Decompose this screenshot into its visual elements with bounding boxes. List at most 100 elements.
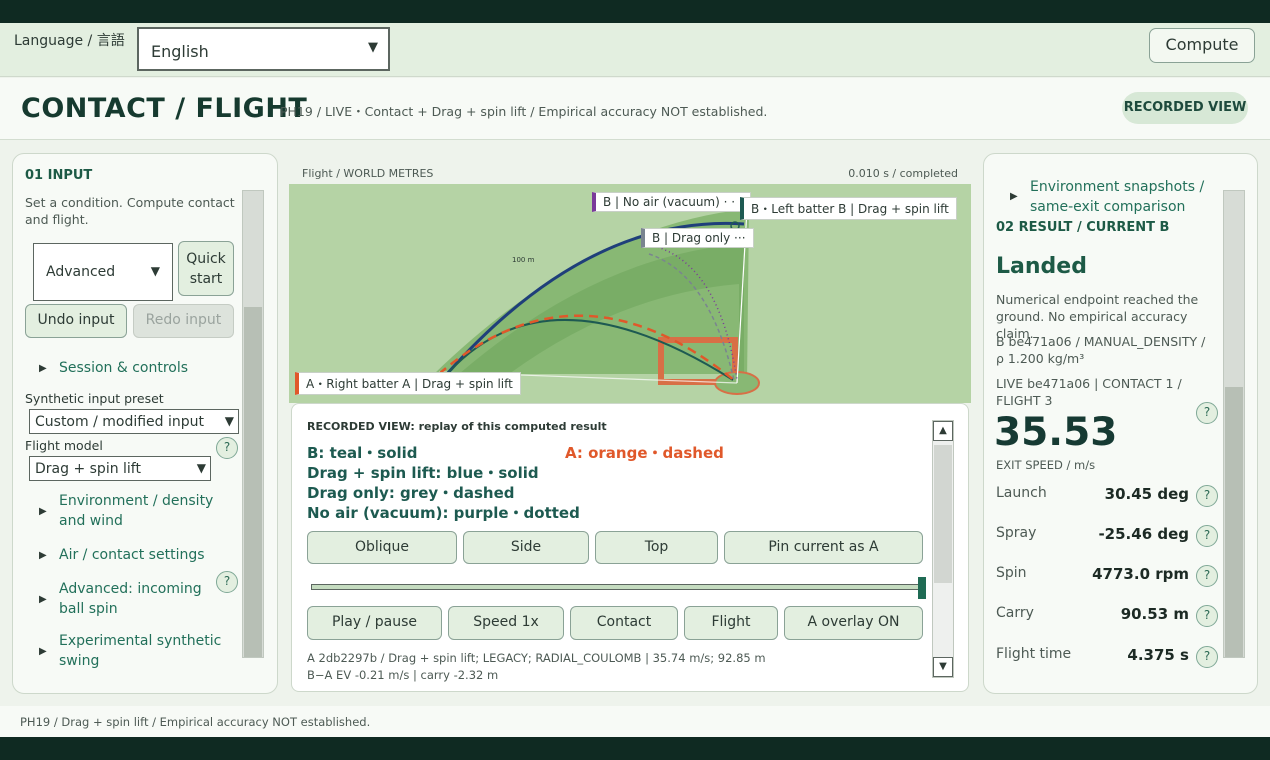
legend-a: A: orange・dashed — [565, 444, 724, 462]
scroll-down-icon[interactable]: ▼ — [933, 657, 953, 677]
launch-label: Launch — [996, 485, 1047, 501]
top-bar — [0, 0, 1270, 23]
view-side-button[interactable]: Side — [463, 531, 589, 564]
flight-title: Flight / WORLD METRES — [302, 167, 434, 180]
help-icon[interactable]: ? — [1196, 402, 1218, 424]
session-controls-link[interactable]: Session & controls — [59, 358, 188, 378]
carry-label: Carry — [996, 605, 1034, 621]
caret-right-icon: ▶ — [39, 506, 47, 517]
distance-marker: 100 m — [512, 256, 535, 264]
pin-as-a-button[interactable]: Pin current as A — [724, 531, 923, 564]
play-pause-button[interactable]: Play / pause — [307, 606, 442, 640]
preset-value: Custom / modified input — [35, 414, 205, 430]
info-line-diff: B−A EV -0.21 m/s | carry -2.32 m — [307, 668, 499, 682]
tag-a: A・Right batter A | Drag + spin lift — [295, 372, 521, 395]
launch-value: 30.45 deg — [1104, 485, 1189, 503]
environment-snapshots-link[interactable]: Environment snapshots / same-exit compar… — [1030, 177, 1205, 217]
flight-button[interactable]: Flight — [684, 606, 778, 640]
air-contact-link[interactable]: Air / contact settings — [59, 545, 205, 565]
flight-model-select[interactable]: Drag + spin lift ▼ — [29, 456, 211, 481]
help-icon[interactable]: ? — [1196, 485, 1218, 507]
undo-input-button[interactable]: Undo input — [25, 304, 127, 338]
mode-select[interactable]: Advanced ▼ — [33, 243, 173, 301]
legend-b: B: teal・solid — [307, 444, 418, 462]
timeline-slider[interactable] — [311, 577, 926, 599]
preset-label: Synthetic input preset — [25, 391, 164, 406]
input-panel: 01 INPUT Set a condition. Compute contac… — [12, 153, 278, 694]
a-overlay-button[interactable]: A overlay ON — [784, 606, 923, 640]
exit-speed-label: EXIT SPEED / m/s — [996, 458, 1096, 472]
input-heading: 01 INPUT — [25, 168, 93, 183]
chevron-down-icon: ▼ — [150, 264, 160, 278]
tag-vacuum: B | No air (vacuum) · · · — [592, 192, 751, 212]
caret-right-icon: ▶ — [39, 363, 47, 374]
page-title: CONTACT / FLIGHT — [21, 93, 308, 124]
environment-link[interactable]: Environment / density and wind — [59, 491, 239, 531]
view-top-button[interactable]: Top — [595, 531, 718, 564]
flight-time-label: Flight time — [996, 646, 1072, 662]
flight-time-value: 4.375 s — [1127, 646, 1189, 664]
tag-drag-only: B | Drag only ··· — [641, 228, 754, 248]
contact-button[interactable]: Contact — [570, 606, 678, 640]
replay-panel: RECORDED VIEW: replay of this computed r… — [291, 403, 969, 692]
spin-label: Spin — [996, 565, 1027, 581]
language-select[interactable]: English ▼ — [137, 27, 390, 71]
timeline-handle[interactable] — [918, 577, 926, 599]
recorded-view-badge: RECORDED VIEW — [1122, 92, 1248, 124]
scroll-thumb[interactable] — [1225, 387, 1243, 657]
flight-status: 0.010 s / completed — [848, 167, 958, 180]
flight-panel: Flight / WORLD METRES 0.010 s / complete… — [289, 153, 971, 694]
caret-right-icon: ▶ — [1010, 191, 1018, 202]
caret-right-icon: ▶ — [39, 594, 47, 605]
caret-right-icon: ▶ — [39, 550, 47, 561]
legend-drag-spin: Drag + spin lift: blue・solid — [307, 464, 539, 482]
page-subtitle: PH19 / LIVE・Contact + Drag + spin lift /… — [280, 104, 768, 119]
live-info: LIVE be471a06 | CONTACT 1 / FLIGHT 3 — [996, 376, 1182, 408]
info-line-a: A 2db2297b / Drag + spin lift; LEGACY; R… — [307, 651, 766, 665]
result-panel: ▶ Environment snapshots / same-exit comp… — [983, 153, 1258, 694]
page-header: CONTACT / FLIGHT PH19 / LIVE・Contact + D… — [0, 78, 1270, 140]
help-icon[interactable]: ? — [216, 437, 238, 459]
result-status: Landed — [996, 254, 1087, 279]
input-description: Set a condition. Compute contact and fli… — [25, 195, 235, 227]
language-row: Language / 言語 English ▼ Compute — [0, 23, 1270, 77]
scroll-up-icon[interactable]: ▲ — [933, 421, 953, 441]
input-scrollbar[interactable] — [242, 190, 264, 658]
synthetic-swing-link[interactable]: Experimental synthetic swing — [59, 631, 229, 671]
tag-b-main: B・Left batter B | Drag + spin lift — [740, 197, 957, 220]
language-value: English — [151, 42, 209, 61]
legend-drag-only: Drag only: grey・dashed — [307, 484, 515, 502]
incoming-spin-link[interactable]: Advanced: incoming ball spin — [59, 579, 209, 619]
flight-model-label: Flight model — [25, 438, 103, 453]
chevron-down-icon: ▼ — [368, 40, 378, 55]
exit-speed-value: 35.53 — [994, 410, 1118, 455]
page-footer: PH19 / Drag + spin lift / Empirical accu… — [0, 706, 1270, 737]
help-icon[interactable]: ? — [1196, 646, 1218, 668]
replay-scrollbar[interactable]: ▲ ▼ — [932, 420, 954, 678]
bottom-bar — [0, 737, 1270, 760]
quick-start-button[interactable]: Quick start — [178, 241, 234, 296]
spray-label: Spray — [996, 525, 1037, 541]
carry-value: 90.53 m — [1120, 605, 1189, 623]
timeline-fill — [312, 585, 922, 589]
caret-right-icon: ▶ — [39, 646, 47, 657]
compute-button[interactable]: Compute — [1149, 28, 1255, 63]
help-icon[interactable]: ? — [1196, 525, 1218, 547]
chevron-down-icon: ▼ — [224, 414, 234, 428]
legend-vacuum: No air (vacuum): purple・dotted — [307, 504, 580, 522]
density-info: B be471a06 / MANUAL_DENSITY / ρ 1.200 kg… — [996, 334, 1206, 366]
flight-plot[interactable]: 100 m B | No air (vacuum) · · · B・Left b… — [289, 184, 971, 403]
help-icon[interactable]: ? — [1196, 605, 1218, 627]
replay-heading: RECORDED VIEW: replay of this computed r… — [307, 420, 607, 433]
view-oblique-button[interactable]: Oblique — [307, 531, 457, 564]
help-icon[interactable]: ? — [1196, 565, 1218, 587]
scroll-thumb[interactable] — [244, 307, 262, 657]
result-scrollbar[interactable] — [1223, 190, 1245, 658]
redo-input-button[interactable]: Redo input — [133, 304, 234, 338]
language-label: Language / 言語 — [14, 33, 125, 49]
speed-button[interactable]: Speed 1x — [448, 606, 564, 640]
preset-select[interactable]: Custom / modified input ▼ — [29, 409, 239, 434]
help-icon[interactable]: ? — [216, 571, 238, 593]
flight-model-value: Drag + spin lift — [35, 461, 141, 477]
scroll-thumb[interactable] — [934, 445, 952, 583]
